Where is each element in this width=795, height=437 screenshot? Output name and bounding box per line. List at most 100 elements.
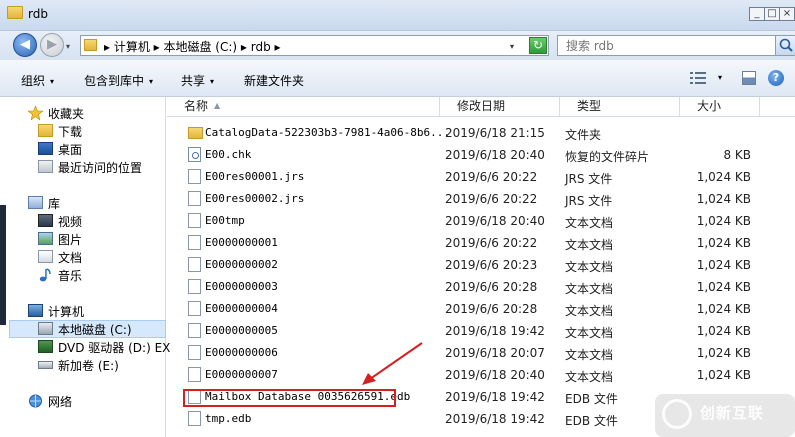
- nav-pictures[interactable]: 图片: [38, 231, 82, 248]
- star-icon: [27, 105, 44, 121]
- chevron-down-icon: ▾: [149, 77, 154, 86]
- refresh-button[interactable]: ↻: [529, 37, 547, 54]
- file-icon: [188, 411, 201, 426]
- picture-library-icon: [38, 232, 53, 245]
- file-row[interactable]: E00res00002.jrs 2019/6/6 20:22 JRS 文件 1,024…: [167, 188, 795, 210]
- file-type: EDB 文件: [565, 392, 618, 406]
- file-name: tmp.edb: [205, 412, 252, 425]
- column-header-size[interactable]: 大小: [680, 97, 760, 117]
- watermark-text: 创新互联: [700, 404, 765, 422]
- nav-downloads[interactable]: 下载: [38, 123, 83, 140]
- nav-music[interactable]: 音乐: [39, 267, 83, 284]
- nav-desktop[interactable]: 桌面: [38, 141, 83, 158]
- file-name: E0000000006: [205, 346, 278, 359]
- nav-computer[interactable]: 计算机: [28, 303, 84, 320]
- view-options-icon[interactable]: [690, 72, 706, 84]
- file-icon: [188, 191, 201, 206]
- file-row[interactable]: E0000000003 2019/6/6 20:28 文本文档 1,024 KB: [167, 276, 795, 298]
- file-type: EDB 文件: [565, 414, 618, 428]
- window-title: rdb: [28, 7, 48, 21]
- nav-label: 下载: [58, 125, 83, 139]
- nav-favorites[interactable]: 收藏夹: [27, 105, 84, 122]
- file-row[interactable]: E0000000001 2019/6/6 20:22 文本文档 1,024 KB: [167, 232, 795, 254]
- file-date: 2019/6/6 20:22: [445, 170, 538, 184]
- network-icon: [28, 394, 43, 408]
- title-bar: [0, 0, 795, 31]
- address-folder-icon: [84, 39, 97, 51]
- file-row[interactable]: E00.chk 2019/6/18 20:40 恢复的文件碎片 8 KB: [167, 144, 795, 166]
- file-date: 2019/6/18 20:40: [445, 148, 545, 162]
- preview-pane-icon[interactable]: [742, 71, 756, 85]
- desktop-icon: [38, 142, 53, 155]
- file-icon: [188, 279, 201, 294]
- forward-button[interactable]: ▶: [40, 33, 64, 57]
- file-icon: [188, 235, 201, 250]
- file-date: 2019/6/18 21:15: [445, 126, 545, 140]
- share-label: 共享: [181, 74, 206, 88]
- nav-dvd-drive[interactable]: DVD 驱动器 (D:) EX: [38, 339, 171, 356]
- nav-libraries[interactable]: 库: [28, 195, 60, 212]
- include-in-library-button[interactable]: 包含到库中 ▾: [84, 72, 153, 89]
- file-type: 文本文档: [565, 260, 614, 274]
- file-date: 2019/6/18 19:42: [445, 324, 545, 338]
- minimize-button[interactable]: _: [749, 7, 765, 21]
- file-name: CatalogData-522303b3-7981-4a06-8b6...: [205, 126, 451, 139]
- recent-pages-dropdown[interactable]: ▾: [66, 42, 70, 51]
- file-row[interactable]: E00res00001.jrs 2019/6/6 20:22 JRS 文件 1,024…: [167, 166, 795, 188]
- file-icon: [188, 367, 201, 382]
- nav-recent-places[interactable]: 最近访问的位置: [38, 159, 142, 176]
- file-name: E0000000004: [205, 302, 278, 315]
- nav-videos[interactable]: 视频: [38, 213, 82, 230]
- file-type: JRS 文件: [565, 194, 613, 208]
- file-size: 1,024 KB: [696, 192, 751, 206]
- maximize-button[interactable]: □: [764, 7, 780, 21]
- file-type: 文本文档: [565, 304, 614, 318]
- file-row[interactable]: CatalogData-522303b3-7981-4a06-8b6... 201…: [167, 122, 795, 144]
- file-row[interactable]: E0000000007 2019/6/18 20:40 文本文档 1,024 KB: [167, 364, 795, 386]
- file-name: E0000000007: [205, 368, 278, 381]
- back-button[interactable]: ◀: [13, 33, 37, 57]
- close-button[interactable]: ×: [779, 7, 795, 21]
- hard-disk-icon: [38, 322, 53, 335]
- file-type: 文本文档: [565, 370, 614, 384]
- file-size: 1,024 KB: [696, 214, 751, 228]
- file-icon: [188, 147, 201, 162]
- organize-button[interactable]: 组织 ▾: [21, 72, 54, 89]
- file-icon: [188, 213, 201, 228]
- nav-local-disk-c[interactable]: 本地磁盘 (C:): [38, 321, 132, 338]
- nav-label: DVD 驱动器 (D:) EX: [58, 341, 171, 355]
- column-header-name[interactable]: 名称: [167, 97, 440, 117]
- file-icon: [188, 169, 201, 184]
- share-button[interactable]: 共享 ▾: [181, 72, 214, 89]
- view-dropdown[interactable]: ▾: [718, 73, 722, 82]
- file-size: 8 KB: [723, 148, 751, 162]
- file-row[interactable]: E0000000005 2019/6/18 19:42 文本文档 1,024 KB: [167, 320, 795, 342]
- column-header-date[interactable]: 修改日期: [440, 97, 560, 117]
- file-name: E00tmp: [205, 214, 245, 227]
- column-header-type[interactable]: 类型: [560, 97, 680, 117]
- computer-icon: [28, 304, 43, 317]
- breadcrumb[interactable]: ▸ 计算机 ▸ 本地磁盘 (C:) ▸ rdb ▸: [104, 38, 281, 55]
- help-icon[interactable]: ?: [768, 70, 784, 86]
- search-input[interactable]: [566, 38, 766, 54]
- nav-new-volume-e[interactable]: 新加卷 (E:): [38, 357, 119, 374]
- nav-network[interactable]: 网络: [29, 393, 72, 410]
- nav-label: 桌面: [58, 143, 83, 157]
- file-row[interactable]: E0000000002 2019/6/6 20:23 文本文档 1,024 KB: [167, 254, 795, 276]
- folder-icon: [188, 127, 203, 139]
- nav-documents[interactable]: 文档: [38, 249, 82, 266]
- file-row[interactable]: E0000000004 2019/6/6 20:28 文本文档 1,024 KB: [167, 298, 795, 320]
- address-dropdown[interactable]: ▾: [510, 42, 514, 51]
- new-folder-button[interactable]: 新建文件夹: [244, 72, 304, 89]
- nav-label: 音乐: [58, 269, 83, 283]
- file-type: 文本文档: [565, 238, 614, 252]
- file-row[interactable]: E00tmp 2019/6/18 20:40 文本文档 1,024 KB: [167, 210, 795, 232]
- file-icon: [188, 257, 201, 272]
- file-row[interactable]: E0000000006 2019/6/18 20:07 文本文档 1,024 KB: [167, 342, 795, 364]
- file-date: 2019/6/6 20:22: [445, 192, 538, 206]
- search-icon[interactable]: [775, 36, 795, 55]
- file-date: 2019/6/18 19:42: [445, 412, 545, 426]
- file-size: 1,024 KB: [696, 170, 751, 184]
- file-date: 2019/6/6 20:28: [445, 280, 538, 294]
- file-icon: [188, 323, 201, 338]
